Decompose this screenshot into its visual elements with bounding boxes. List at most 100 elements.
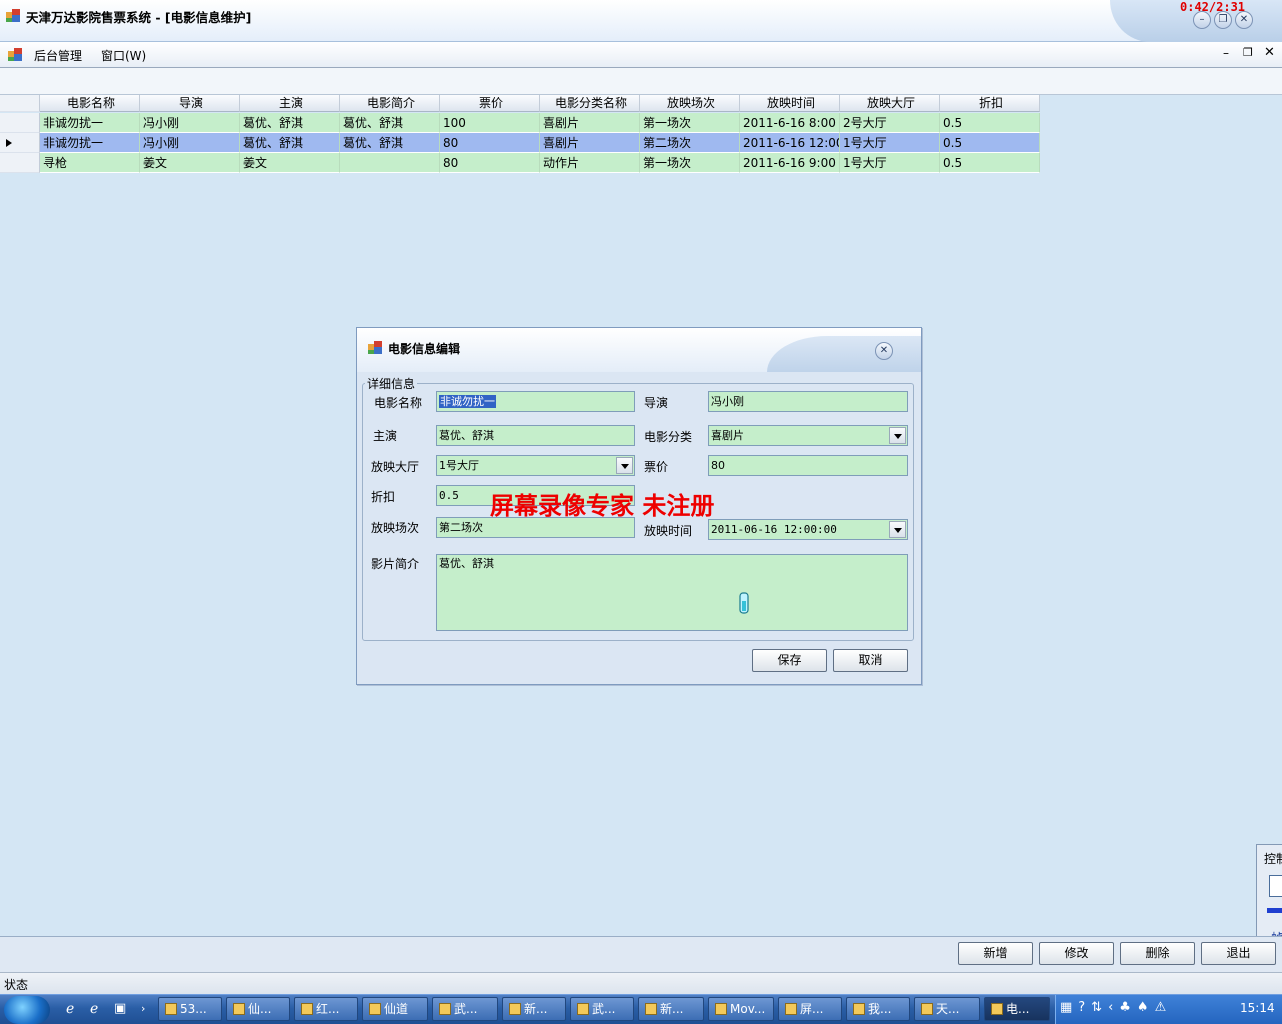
table-cell[interactable]: 1号大厅 <box>840 133 940 153</box>
mdi-minimize-icon[interactable]: – <box>1223 46 1229 60</box>
save-button[interactable]: 保存 <box>752 649 827 672</box>
taskbar-item-label: 仙道 <box>384 1002 409 1016</box>
chevron-down-icon[interactable] <box>889 427 906 444</box>
taskbar-item[interactable]: 我... <box>846 997 910 1021</box>
column-header[interactable]: 放映大厅 <box>840 95 940 112</box>
cancel-button[interactable]: 取消 <box>833 649 908 672</box>
mdi-close-icon[interactable]: ✕ <box>1264 45 1275 60</box>
column-header[interactable]: 电影分类名称 <box>540 95 640 112</box>
table-cell[interactable]: 姜文 <box>240 153 340 173</box>
edit-button[interactable]: 修改 <box>1039 942 1114 965</box>
table-cell[interactable]: 0.5 <box>940 133 1040 153</box>
taskbar-item[interactable]: Mov... <box>708 997 774 1021</box>
table-cell[interactable]: 80 <box>440 153 540 173</box>
intro-textarea[interactable]: 葛优、舒淇 <box>436 554 908 631</box>
tray-icons[interactable]: ▦?⇅‹♣♠⚠ <box>1060 1000 1172 1015</box>
table-cell[interactable]: 葛优、舒淇 <box>240 133 340 153</box>
table-cell[interactable]: 2011-6-16 9:00 <box>740 153 840 173</box>
category-select[interactable]: 喜剧片 <box>708 425 908 446</box>
table-cell[interactable]: 葛优、舒淇 <box>340 133 440 153</box>
table-cell[interactable]: 第二场次 <box>640 133 740 153</box>
table-cell[interactable]: 第一场次 <box>640 113 740 133</box>
taskbar-item[interactable]: 新... <box>638 997 704 1021</box>
table-cell[interactable]: 2011-6-16 12:00 <box>740 133 840 153</box>
movie-grid[interactable]: 电影名称 导演 主演 电影简介 票价 电影分类名称 放映场次 放映时间 放映大厅… <box>0 95 1040 173</box>
close-button[interactable]: ✕ <box>1235 11 1253 29</box>
table-cell[interactable]: 非诚勿扰一 <box>40 113 140 133</box>
browser-quicklaunch-icon[interactable]: ℯ <box>90 1001 98 1017</box>
delete-button[interactable]: 删除 <box>1120 942 1195 965</box>
chevron-right-icon[interactable]: › <box>141 1002 145 1015</box>
label-price: 票价 <box>644 460 669 474</box>
table-cell[interactable]: 寻枪 <box>40 153 140 173</box>
table-cell[interactable]: 冯小刚 <box>140 113 240 133</box>
table-cell[interactable]: 80 <box>440 133 540 153</box>
table-cell[interactable]: 0.5 <box>940 153 1040 173</box>
movie-name-field[interactable]: 非诚勿扰一 <box>436 391 635 412</box>
column-header[interactable]: 放映场次 <box>640 95 740 112</box>
menu-backend-management[interactable]: 后台管理 <box>34 47 82 64</box>
director-field[interactable]: 冯小刚 <box>708 391 908 412</box>
taskbar-item[interactable]: 红... <box>294 997 358 1021</box>
menu-window[interactable]: 窗口(W) <box>101 47 146 64</box>
actors-field[interactable]: 葛优、舒淇 <box>436 425 635 446</box>
table-cell[interactable]: 100 <box>440 113 540 133</box>
show-time-picker[interactable]: 2011-06-16 12:00:00 <box>708 519 908 540</box>
dialog-close-button[interactable]: ✕ <box>875 342 893 360</box>
control-panel-button[interactable] <box>1269 875 1282 897</box>
table-row-selected[interactable]: 非诚勿扰一 冯小刚 葛优、舒淇 葛优、舒淇 80 喜剧片 第二场次 2011-6… <box>0 133 1040 153</box>
clock[interactable]: 15:14 <box>1240 1001 1275 1015</box>
mdi-restore-icon[interactable]: ❐ <box>1243 46 1253 59</box>
hall-select[interactable]: 1号大厅 <box>436 455 635 476</box>
taskbar-item[interactable]: 天... <box>914 997 980 1021</box>
taskbar-item-label: 新... <box>524 1002 548 1016</box>
table-cell[interactable]: 非诚勿扰一 <box>40 133 140 153</box>
taskbar-item[interactable]: 屏... <box>778 997 842 1021</box>
start-button[interactable] <box>4 996 50 1024</box>
table-cell[interactable]: 1号大厅 <box>840 153 940 173</box>
column-header[interactable]: 放映时间 <box>740 95 840 112</box>
table-cell[interactable]: 葛优、舒淇 <box>340 113 440 133</box>
restore-button[interactable]: ❐ <box>1214 11 1232 29</box>
taskbar-item[interactable]: 新... <box>502 997 566 1021</box>
table-row[interactable]: 寻枪 姜文 姜文 80 动作片 第一场次 2011-6-16 9:00 1号大厅… <box>0 153 1040 173</box>
desktop-quicklaunch-icon[interactable]: ▣ <box>114 1001 126 1016</box>
table-cell[interactable]: 动作片 <box>540 153 640 173</box>
table-cell[interactable]: 第一场次 <box>640 153 740 173</box>
taskbar-item[interactable]: 53... <box>158 997 222 1021</box>
table-cell[interactable]: 姜文 <box>140 153 240 173</box>
folder-icon <box>509 1003 521 1015</box>
taskbar-item[interactable]: 仙道 <box>362 997 428 1021</box>
label-movie-name: 电影名称 <box>374 396 423 410</box>
table-cell[interactable]: 冯小刚 <box>140 133 240 153</box>
table-cell[interactable]: 0.5 <box>940 113 1040 133</box>
taskbar-item[interactable]: 武... <box>570 997 634 1021</box>
column-header[interactable]: 电影名称 <box>40 95 140 112</box>
table-cell[interactable]: 喜剧片 <box>540 113 640 133</box>
browser-quicklaunch-icon[interactable]: ℯ <box>66 1001 74 1017</box>
row-selector[interactable] <box>0 153 40 173</box>
row-selector-current[interactable] <box>0 133 40 153</box>
minimize-button[interactable]: – <box>1193 11 1211 29</box>
exit-button[interactable]: 退出 <box>1201 942 1276 965</box>
table-cell[interactable]: 2011-6-16 8:00 <box>740 113 840 133</box>
column-header[interactable]: 折扣 <box>940 95 1040 112</box>
price-field[interactable]: 80 <box>708 455 908 476</box>
column-header[interactable]: 票价 <box>440 95 540 112</box>
column-header[interactable]: 主演 <box>240 95 340 112</box>
row-selector[interactable] <box>0 113 40 133</box>
taskbar-item[interactable]: 仙... <box>226 997 290 1021</box>
taskbar-item-active[interactable]: 电... <box>984 997 1050 1021</box>
busy-cursor-icon <box>739 592 749 614</box>
table-cell[interactable]: 2号大厅 <box>840 113 940 133</box>
add-button[interactable]: 新增 <box>958 942 1033 965</box>
table-row[interactable]: 非诚勿扰一 冯小刚 葛优、舒淇 葛优、舒淇 100 喜剧片 第一场次 2011-… <box>0 113 1040 133</box>
table-cell[interactable] <box>340 153 440 173</box>
column-header[interactable]: 导演 <box>140 95 240 112</box>
column-header[interactable]: 电影简介 <box>340 95 440 112</box>
table-cell[interactable]: 喜剧片 <box>540 133 640 153</box>
chevron-down-icon[interactable] <box>616 457 633 474</box>
taskbar-item[interactable]: 武... <box>432 997 498 1021</box>
chevron-down-icon[interactable] <box>889 521 906 538</box>
table-cell[interactable]: 葛优、舒淇 <box>240 113 340 133</box>
